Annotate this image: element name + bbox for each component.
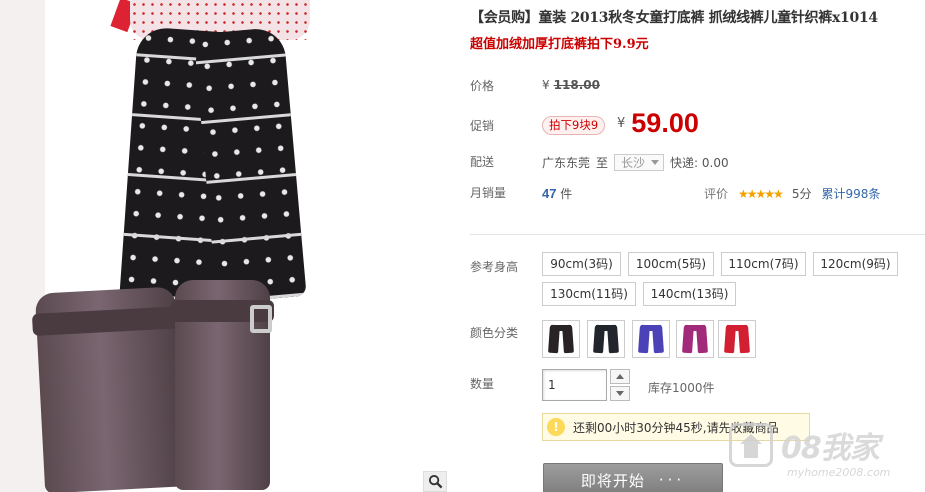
buy-button-dots: ··· [658, 471, 686, 489]
leggings-thumbnail [549, 325, 573, 353]
product-subtitle: 超值加绒加厚打底裤拍下9.9元 [470, 37, 649, 52]
buy-button[interactable]: 即将开始 ··· [543, 463, 723, 492]
size-label: 参考身高 [470, 260, 519, 274]
rating-score: 5分 [791, 187, 812, 201]
size-option[interactable]: 90cm(3码) [542, 252, 621, 276]
destination-select[interactable]: 长沙 [614, 154, 665, 171]
quantity-label: 数量 [470, 377, 495, 391]
color-option[interactable] [587, 320, 625, 358]
quantity-input[interactable] [542, 369, 607, 401]
magnifier-icon [428, 474, 442, 489]
price-label: 价格 [470, 79, 495, 93]
boot-buckle [250, 305, 272, 333]
boot-left [34, 286, 186, 492]
sales-count: 47 [542, 186, 557, 201]
original-price-value: 118.00 [553, 78, 600, 92]
review-count-link[interactable]: 累计998条 [821, 185, 880, 202]
buy-button-label: 即将开始 [580, 471, 645, 490]
chevron-up-icon [616, 374, 624, 379]
size-option[interactable]: 110cm(7码) [721, 252, 806, 276]
express-fee: 快递: 0.00 [670, 156, 729, 170]
leggings-thumbnail [683, 325, 707, 353]
color-option[interactable] [676, 320, 714, 358]
star-rating-icon: ★★★★★ [738, 186, 784, 201]
bulb-icon: ! [547, 418, 565, 436]
product-image[interactable] [0, 0, 450, 492]
shipping-info: 广东东莞 至 长沙 快递: 0.00 [542, 154, 729, 171]
promo-label: 促销 [470, 119, 495, 133]
watermark-url: myhome2008.com [787, 466, 891, 479]
chevron-down-icon [651, 160, 660, 165]
ship-to-word: 至 [596, 156, 609, 170]
monthly-sales: 47 件 [542, 185, 572, 202]
leggings-thumbnail [725, 325, 749, 353]
size-option[interactable]: 130cm(11码) [542, 282, 636, 306]
rating-summary: 评价 ★★★★★ 5分 累计998条 [704, 185, 880, 202]
leggings-thumbnail [639, 325, 663, 353]
color-option[interactable] [718, 320, 756, 358]
original-price: ¥118.00 [542, 78, 600, 92]
product-details: 【会员购】童装 2013秋冬女童打底裤 抓绒线裤儿童针织裤x1014 超值加绒加… [470, 0, 925, 492]
sales-unit: 件 [560, 187, 573, 201]
site-watermark: 08我家 myhome2008.com [729, 423, 925, 492]
zoom-button[interactable] [423, 471, 447, 492]
ship-from: 广东东莞 [542, 156, 591, 170]
house-logo-icon [729, 423, 773, 467]
leggings-thumbnail [594, 325, 618, 353]
watermark-brand: 08我家 [781, 431, 880, 466]
size-option[interactable]: 120cm(9码) [813, 252, 898, 276]
chevron-down-icon [616, 391, 624, 396]
size-option[interactable]: 140cm(13码) [643, 282, 736, 306]
rating-label: 评价 [704, 187, 729, 201]
color-option[interactable] [542, 320, 580, 358]
stock-count: 库存1000件 [648, 381, 715, 395]
currency-symbol: ¥ [617, 116, 626, 131]
color-label: 颜色分类 [470, 326, 519, 340]
divider [470, 234, 925, 235]
promo-badge: 拍下9块9 [542, 116, 606, 135]
quantity-decrement-button[interactable] [610, 386, 630, 401]
promo-price-value: 59.00 [631, 108, 699, 138]
color-option[interactable] [632, 320, 670, 358]
quantity-increment-button[interactable] [610, 369, 630, 384]
monthly-sales-label: 月销量 [470, 186, 507, 200]
product-title: 【会员购】童装 2013秋冬女童打底裤 抓绒线裤儿童针织裤x1014 [470, 10, 878, 26]
destination-value: 长沙 [621, 156, 646, 170]
shipping-label: 配送 [470, 155, 495, 169]
promo-price: ¥59.00 [617, 108, 699, 139]
currency-symbol: ¥ [542, 78, 550, 92]
size-option[interactable]: 100cm(5码) [628, 252, 714, 276]
